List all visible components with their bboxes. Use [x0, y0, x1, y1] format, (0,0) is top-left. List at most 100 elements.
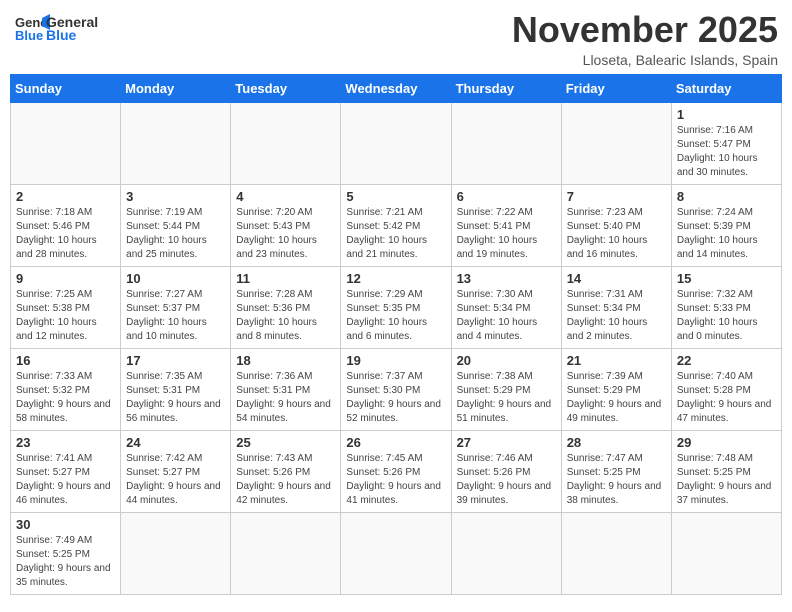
day-info: Sunrise: 7:24 AM Sunset: 5:39 PM Dayligh…	[677, 206, 776, 262]
table-row	[341, 512, 451, 594]
day-info: Sunrise: 7:29 AM Sunset: 5:35 PM Dayligh…	[346, 288, 445, 344]
weekday-header-friday: Friday	[561, 74, 671, 102]
calendar-week-row: 30 Sunrise: 7:49 AM Sunset: 5:25 PM Dayli…	[11, 512, 782, 594]
table-row	[121, 512, 231, 594]
day-info: Sunrise: 7:35 AM Sunset: 5:31 PM Dayligh…	[126, 370, 225, 426]
table-row: 8 Sunrise: 7:24 AM Sunset: 5:39 PM Daylig…	[671, 184, 781, 266]
table-row: 6Sunrise: 7:22 AM Sunset: 5:41 PM Daylig…	[451, 184, 561, 266]
day-number: 29	[677, 435, 776, 450]
day-number: 26	[346, 435, 445, 450]
weekday-header-tuesday: Tuesday	[231, 74, 341, 102]
day-info: Sunrise: 7:40 AM Sunset: 5:28 PM Dayligh…	[677, 370, 776, 426]
day-info: Sunrise: 7:33 AM Sunset: 5:32 PM Dayligh…	[16, 370, 115, 426]
day-number: 11	[236, 271, 335, 286]
day-number: 7	[567, 189, 666, 204]
table-row: 22 Sunrise: 7:40 AM Sunset: 5:28 PM Dayli…	[671, 348, 781, 430]
table-row: 18 Sunrise: 7:36 AM Sunset: 5:31 PM Dayli…	[231, 348, 341, 430]
calendar: SundayMondayTuesdayWednesdayThursdayFrid…	[10, 74, 782, 595]
title-area: November 2025 Lloseta, Balearic Islands,…	[512, 10, 778, 68]
table-row: 23Sunrise: 7:41 AM Sunset: 5:27 PM Dayli…	[11, 430, 121, 512]
weekday-header-saturday: Saturday	[671, 74, 781, 102]
calendar-week-row: 9 Sunrise: 7:25 AM Sunset: 5:38 PM Daylig…	[11, 266, 782, 348]
table-row: 1Sunrise: 7:16 AM Sunset: 5:47 PM Daylig…	[671, 102, 781, 184]
table-row: 30 Sunrise: 7:49 AM Sunset: 5:25 PM Dayli…	[11, 512, 121, 594]
weekday-header-sunday: Sunday	[11, 74, 121, 102]
day-number: 28	[567, 435, 666, 450]
day-number: 18	[236, 353, 335, 368]
table-row: 9 Sunrise: 7:25 AM Sunset: 5:38 PM Daylig…	[11, 266, 121, 348]
day-number: 30	[16, 517, 115, 532]
day-info: Sunrise: 7:19 AM Sunset: 5:44 PM Dayligh…	[126, 206, 225, 262]
day-info: Sunrise: 7:28 AM Sunset: 5:36 PM Dayligh…	[236, 288, 335, 344]
table-row	[451, 102, 561, 184]
logo-blue-text: Blue	[46, 27, 98, 43]
table-row: 14 Sunrise: 7:31 AM Sunset: 5:34 PM Dayli…	[561, 266, 671, 348]
table-row: 7Sunrise: 7:23 AM Sunset: 5:40 PM Daylig…	[561, 184, 671, 266]
weekday-header-thursday: Thursday	[451, 74, 561, 102]
day-number: 5	[346, 189, 445, 204]
day-number: 27	[457, 435, 556, 450]
day-info: Sunrise: 7:48 AM Sunset: 5:25 PM Dayligh…	[677, 452, 776, 508]
day-number: 9	[16, 271, 115, 286]
logo-icon: General Blue	[14, 10, 50, 46]
table-row: 4Sunrise: 7:20 AM Sunset: 5:43 PM Daylig…	[231, 184, 341, 266]
day-info: Sunrise: 7:31 AM Sunset: 5:34 PM Dayligh…	[567, 288, 666, 344]
day-number: 8	[677, 189, 776, 204]
day-info: Sunrise: 7:20 AM Sunset: 5:43 PM Dayligh…	[236, 206, 335, 262]
svg-text:Blue: Blue	[15, 28, 43, 43]
day-info: Sunrise: 7:41 AM Sunset: 5:27 PM Dayligh…	[16, 452, 115, 508]
weekday-header-monday: Monday	[121, 74, 231, 102]
day-number: 24	[126, 435, 225, 450]
day-number: 13	[457, 271, 556, 286]
table-row	[121, 102, 231, 184]
day-number: 22	[677, 353, 776, 368]
day-number: 10	[126, 271, 225, 286]
day-number: 16	[16, 353, 115, 368]
calendar-week-row: 16 Sunrise: 7:33 AM Sunset: 5:32 PM Dayli…	[11, 348, 782, 430]
day-info: Sunrise: 7:49 AM Sunset: 5:25 PM Dayligh…	[16, 534, 115, 590]
day-info: Sunrise: 7:47 AM Sunset: 5:25 PM Dayligh…	[567, 452, 666, 508]
day-info: Sunrise: 7:45 AM Sunset: 5:26 PM Dayligh…	[346, 452, 445, 508]
day-number: 21	[567, 353, 666, 368]
day-info: Sunrise: 7:27 AM Sunset: 5:37 PM Dayligh…	[126, 288, 225, 344]
table-row: 16 Sunrise: 7:33 AM Sunset: 5:32 PM Dayli…	[11, 348, 121, 430]
table-row: 26 Sunrise: 7:45 AM Sunset: 5:26 PM Dayli…	[341, 430, 451, 512]
day-info: Sunrise: 7:46 AM Sunset: 5:26 PM Dayligh…	[457, 452, 556, 508]
day-number: 15	[677, 271, 776, 286]
weekday-header-wednesday: Wednesday	[341, 74, 451, 102]
day-info: Sunrise: 7:30 AM Sunset: 5:34 PM Dayligh…	[457, 288, 556, 344]
day-number: 20	[457, 353, 556, 368]
table-row: 12Sunrise: 7:29 AM Sunset: 5:35 PM Dayli…	[341, 266, 451, 348]
table-row	[561, 102, 671, 184]
table-row: 11 Sunrise: 7:28 AM Sunset: 5:36 PM Dayli…	[231, 266, 341, 348]
calendar-week-row: 1Sunrise: 7:16 AM Sunset: 5:47 PM Daylig…	[11, 102, 782, 184]
table-row	[671, 512, 781, 594]
day-info: Sunrise: 7:43 AM Sunset: 5:26 PM Dayligh…	[236, 452, 335, 508]
table-row	[231, 512, 341, 594]
day-number: 14	[567, 271, 666, 286]
table-row: 21Sunrise: 7:39 AM Sunset: 5:29 PM Dayli…	[561, 348, 671, 430]
table-row	[341, 102, 451, 184]
day-info: Sunrise: 7:18 AM Sunset: 5:46 PM Dayligh…	[16, 206, 115, 262]
day-number: 1	[677, 107, 776, 122]
table-row: 24 Sunrise: 7:42 AM Sunset: 5:27 PM Dayli…	[121, 430, 231, 512]
table-row: 15 Sunrise: 7:32 AM Sunset: 5:33 PM Dayli…	[671, 266, 781, 348]
table-row: 5 Sunrise: 7:21 AM Sunset: 5:42 PM Daylig…	[341, 184, 451, 266]
day-info: Sunrise: 7:36 AM Sunset: 5:31 PM Dayligh…	[236, 370, 335, 426]
month-title: November 2025	[512, 10, 778, 50]
day-info: Sunrise: 7:21 AM Sunset: 5:42 PM Dayligh…	[346, 206, 445, 262]
location-text: Lloseta, Balearic Islands, Spain	[512, 52, 778, 68]
day-info: Sunrise: 7:37 AM Sunset: 5:30 PM Dayligh…	[346, 370, 445, 426]
header: General Blue General Blue November 2025 …	[10, 10, 782, 68]
day-info: Sunrise: 7:25 AM Sunset: 5:38 PM Dayligh…	[16, 288, 115, 344]
day-info: Sunrise: 7:32 AM Sunset: 5:33 PM Dayligh…	[677, 288, 776, 344]
table-row	[11, 102, 121, 184]
day-number: 17	[126, 353, 225, 368]
table-row: 3Sunrise: 7:19 AM Sunset: 5:44 PM Daylig…	[121, 184, 231, 266]
day-info: Sunrise: 7:22 AM Sunset: 5:41 PM Dayligh…	[457, 206, 556, 262]
calendar-week-row: 23Sunrise: 7:41 AM Sunset: 5:27 PM Dayli…	[11, 430, 782, 512]
table-row: 10 Sunrise: 7:27 AM Sunset: 5:37 PM Dayli…	[121, 266, 231, 348]
table-row	[451, 512, 561, 594]
day-info: Sunrise: 7:42 AM Sunset: 5:27 PM Dayligh…	[126, 452, 225, 508]
day-number: 19	[346, 353, 445, 368]
